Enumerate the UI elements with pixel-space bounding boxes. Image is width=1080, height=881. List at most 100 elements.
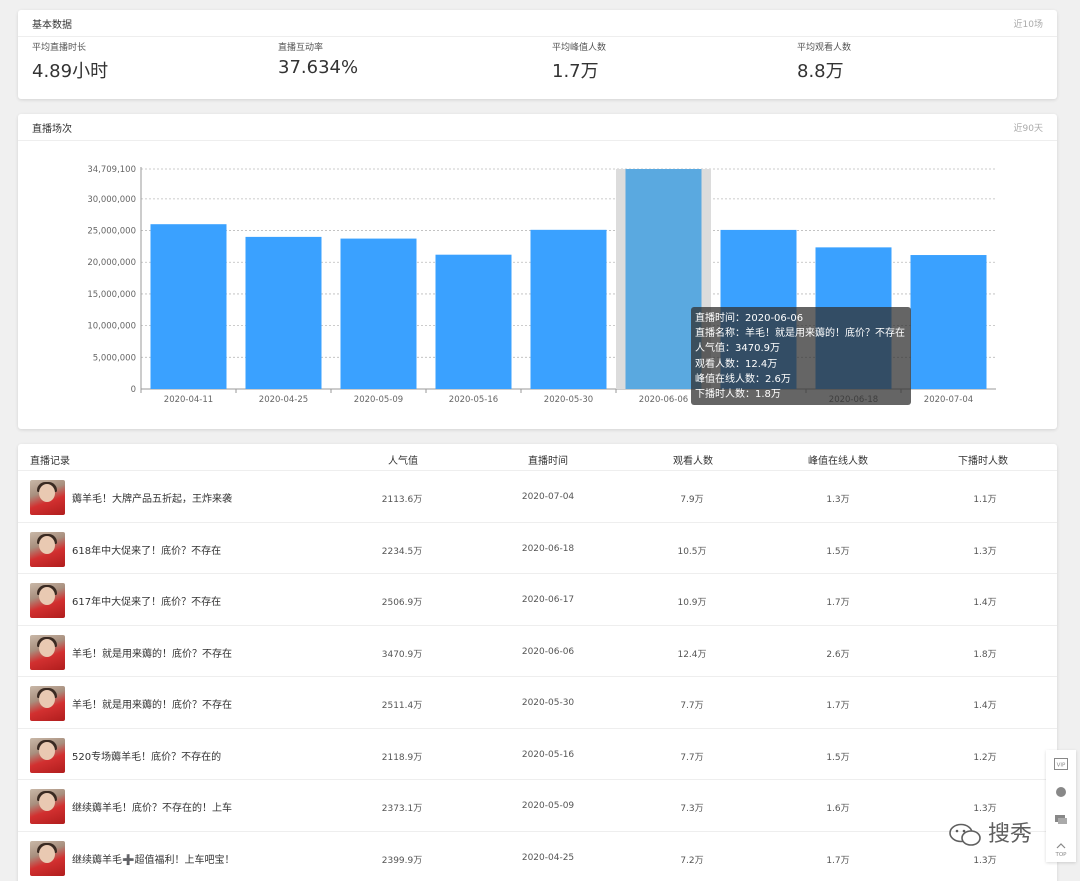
live-title[interactable]: 羊毛！就是用来薅的！底价？不存在 <box>72 645 232 660</box>
cell-date: 2020-06-18 <box>521 543 575 554</box>
live-title[interactable]: 继续薅羊毛➕超值福利！上车吧宝！ <box>72 851 234 866</box>
cell-popularity: 2118.9万 <box>381 752 423 763</box>
bar[interactable] <box>530 229 607 389</box>
table-row[interactable]: 520专场薅羊毛！底价？不存在的 2118.9万 2020-05-16 7.7万 1.5… <box>18 729 1057 780</box>
table-row[interactable]: 617年中大促来了！底价？不存在 2506.9万 2020-06-17 10.9万 1.… <box>18 574 1057 626</box>
cell-date: 2020-06-17 <box>521 595 575 605</box>
cell-date: 2020-05-30 <box>521 698 575 708</box>
avatar[interactable] <box>30 737 65 773</box>
bar[interactable] <box>340 238 417 389</box>
cell-viewers: 7.9万 <box>680 495 704 505</box>
cell-end: 1.8万 <box>973 649 997 660</box>
records-table-body: 薅羊毛！大牌产品五折起，王炸来袭 2113.6万 2020-07-04 7.9万 1.3… <box>18 471 1057 881</box>
cell-viewers: 7.2万 <box>680 855 704 866</box>
tooltip-line: 下播时人数：1.8万 <box>695 389 781 401</box>
x-tick-label: 2020-05-16 <box>449 395 498 405</box>
y-tick-label: 25,000,000 <box>87 227 136 237</box>
avatar[interactable] <box>30 531 65 567</box>
cell-popularity: 2511.4万 <box>381 701 423 711</box>
top-label: TOP <box>1054 852 1067 858</box>
live-title[interactable]: 617年中大促来了！底价？不存在 <box>72 593 221 608</box>
back-to-top-icon[interactable]: TOP <box>1054 842 1068 858</box>
cell-peak: 1.7万 <box>826 701 850 711</box>
x-tick-label: 2020-04-11 <box>164 395 213 405</box>
table-row[interactable]: 羊毛！就是用来薅的！底价？不存在 3470.9万 2020-06-06 12.4万 2.… <box>18 626 1057 677</box>
cell-peak: 1.3万 <box>826 495 850 505</box>
live-title[interactable]: 618年中大促来了！底价？不存在 <box>72 542 221 557</box>
floating-sidebar: VIP TOP <box>1046 750 1076 862</box>
avatar[interactable] <box>30 583 65 618</box>
tooltip-line: 直播时间：2020-06-06 <box>695 313 804 324</box>
bar[interactable] <box>435 254 512 389</box>
tooltip-line: 峰值在线人数：2.6万 <box>695 373 791 385</box>
x-tick-label: 2020-05-30 <box>544 395 593 405</box>
bar[interactable] <box>150 224 227 389</box>
x-tick-label: 2020-05-09 <box>354 395 403 405</box>
records-table-header: 直播记录 人气值 直播时间 观看人数 峰值在线人数 下播时人数 <box>18 444 1057 471</box>
x-tick-label: 2020-06-06 <box>639 395 688 405</box>
cell-date: 2020-05-16 <box>521 749 575 760</box>
avatar[interactable] <box>30 480 65 515</box>
live-title[interactable]: 520专场薅羊毛！底价？不存在的 <box>72 748 221 763</box>
cell-end: 1.3万 <box>973 804 997 814</box>
tooltip-line: 人气值：3470.9万 <box>695 343 780 355</box>
cell-popularity: 2399.9万 <box>381 855 423 866</box>
cell-viewers: 10.9万 <box>677 598 707 608</box>
avatar[interactable] <box>30 634 65 670</box>
chat-bubble-icon[interactable] <box>1054 786 1068 798</box>
cell-date: 2020-05-09 <box>521 801 575 811</box>
table-row[interactable]: 薅羊毛！大牌产品五折起，王炸来袭 2113.6万 2020-07-04 7.9万 1.3… <box>18 471 1057 523</box>
cell-peak: 1.5万 <box>826 546 850 557</box>
cell-peak: 1.6万 <box>826 804 850 814</box>
y-tick-label: 34,709,100 <box>87 165 136 175</box>
col-header-date[interactable]: 直播时间 <box>528 452 568 467</box>
cell-peak: 1.7万 <box>826 598 850 608</box>
live-title[interactable]: 羊毛！就是用来薅的！底价？不存在 <box>72 696 232 711</box>
y-tick-label: 30,000,000 <box>87 195 136 205</box>
tooltip-line: 观看人数：12.4万 <box>695 358 778 370</box>
avatar[interactable] <box>30 686 65 721</box>
table-row[interactable]: 618年中大促来了！底价？不存在 2234.5万 2020-06-18 10.5万 1.… <box>18 523 1057 574</box>
table-row[interactable]: 继续薅羊毛➕超值福利！上车吧宝！ 2399.9万 2020-04-25 7.2万 1.7… <box>18 832 1057 881</box>
x-tick-label: 2020-04-25 <box>259 395 308 405</box>
bar[interactable] <box>245 236 322 389</box>
table-row[interactable]: 继续薅羊毛！底价？不存在的！上车 2373.1万 2020-05-09 7.3万 1.6… <box>18 780 1057 832</box>
cell-end: 1.3万 <box>973 546 997 557</box>
y-tick-label: 0 <box>131 385 136 395</box>
cell-peak: 2.6万 <box>826 649 850 660</box>
chart-tooltip: 直播时间：2020-06-06 直播名称：羊毛！就是用来薅的！底价？不存在 人气… <box>691 307 911 405</box>
records-card: 直播记录 人气值 直播时间 观看人数 峰值在线人数 下播时人数 薅羊毛！大牌产品… <box>18 444 1057 881</box>
live-title[interactable]: 薅羊毛！大牌产品五折起，王炸来袭 <box>72 490 232 505</box>
cell-date: 2020-04-25 <box>521 852 575 863</box>
cell-end: 1.4万 <box>973 598 997 608</box>
watermark: 搜秀 <box>948 816 1032 848</box>
vip-label: VIP <box>1057 763 1066 769</box>
col-header-peak[interactable]: 峰值在线人数 <box>808 452 868 467</box>
cell-viewers: 7.7万 <box>680 752 704 763</box>
wechat-icon <box>949 823 981 846</box>
table-row[interactable]: 羊毛！就是用来薅的！底价？不存在 2511.4万 2020-05-30 7.7万 1.7… <box>18 677 1057 729</box>
sessions-bar-chart[interactable]: 0 5,000,000 10,000,000 15,000,000 20,000,000… <box>0 0 1080 420</box>
cell-end: 1.2万 <box>973 752 997 763</box>
avatar[interactable] <box>30 840 65 876</box>
y-tick-label: 15,000,000 <box>87 290 136 300</box>
avatar[interactable] <box>30 789 65 824</box>
cell-peak: 1.7万 <box>826 855 850 866</box>
cell-popularity: 2373.1万 <box>381 804 423 814</box>
col-header-end[interactable]: 下播时人数 <box>958 452 1008 467</box>
cell-end: 1.3万 <box>973 855 997 866</box>
col-header-popularity[interactable]: 人气值 <box>388 452 418 467</box>
y-tick-label: 20,000,000 <box>87 258 136 268</box>
cell-end: 1.1万 <box>973 495 997 505</box>
live-title[interactable]: 继续薅羊毛！底价？不存在的！上车 <box>72 799 232 814</box>
x-tick-label: 2020-07-04 <box>924 395 973 405</box>
vip-icon[interactable]: VIP <box>1054 758 1068 770</box>
col-header-viewers[interactable]: 观看人数 <box>673 452 713 467</box>
cell-viewers: 12.4万 <box>677 649 707 660</box>
message-icon[interactable] <box>1054 814 1068 826</box>
cell-popularity: 2234.5万 <box>381 546 423 557</box>
bar[interactable] <box>910 255 987 389</box>
cell-viewers: 7.7万 <box>680 701 704 711</box>
cell-popularity: 3470.9万 <box>381 649 423 660</box>
cell-viewers: 7.3万 <box>680 804 704 814</box>
